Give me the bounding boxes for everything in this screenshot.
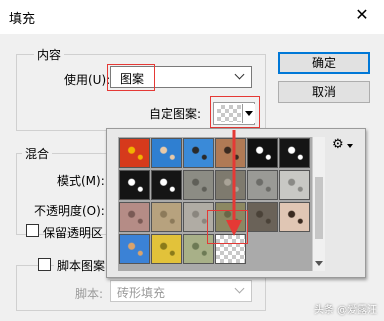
script-label: 脚本: [75,287,104,301]
script-pattern-label: 脚本图案 [54,257,109,274]
ok-button-label: 确定 [311,56,336,70]
pattern-swatch-gravel-gray[interactable] [247,170,278,200]
title-bar [0,0,384,34]
script-select[interactable]: 砖形填充 [110,280,252,302]
contents-legend: 内容 [34,46,65,63]
preserve-transparency-label: 保留透明区 [43,226,104,240]
pattern-grid [118,137,325,271]
pattern-swatch-black-dots[interactable] [247,138,278,168]
pattern-swatch-portrait-blue-2[interactable] [183,138,214,168]
pattern-scrollbar[interactable] [312,137,325,271]
close-icon: ✕ [355,5,369,24]
gear-icon: ⚙ [332,137,344,152]
pattern-swatch-rough-gray[interactable] [183,170,214,200]
close-button[interactable]: ✕ [352,5,372,25]
scroll-down-arrow-icon[interactable] [315,261,323,266]
cancel-button-label: 取消 [311,85,336,99]
pattern-swatch-yellow-flowers[interactable] [151,234,182,264]
pattern-swatch-speckle-light[interactable] [279,170,310,200]
pattern-menu-button[interactable]: ⚙ [332,137,354,153]
script-pattern-checkbox[interactable] [38,258,51,271]
use-label: 使用(U): [64,73,111,87]
pattern-swatch-black-chinese-2[interactable] [119,170,150,200]
dialog-title: 填充 [9,12,36,27]
blending-legend: 混合 [22,145,53,162]
pattern-swatch-dark-stone[interactable] [247,202,278,232]
watermark: 头条 @爱露汪 [314,305,378,316]
pattern-swatch-child-portrait[interactable] [119,234,150,264]
mode-label: 模式(M): [57,174,105,188]
custom-pattern-label: 自定图案: [149,107,202,121]
use-select-highlight [107,64,155,91]
pattern-swatch-tan-stone[interactable] [151,202,182,232]
pattern-swatch-goldfish[interactable] [119,138,150,168]
chevron-down-icon [234,69,245,80]
selected-pattern-highlight [207,210,248,244]
chevron-down-icon [234,283,245,294]
triangle-down-icon [347,144,353,148]
pattern-swatch-pink-rock[interactable] [119,202,150,232]
ok-button[interactable]: 确定 [278,52,370,74]
pattern-swatch-eye[interactable] [279,202,310,232]
preserve-transparency-checkbox[interactable] [26,224,39,237]
cancel-button[interactable]: 取消 [278,81,370,103]
scrollbar-thumb[interactable] [315,177,323,239]
opacity-label: 不透明度(O): [34,204,105,218]
pattern-swatches [118,137,312,271]
pattern-swatch-black-chinese-1[interactable] [279,138,310,168]
pattern-swatch-portrait-blue-1[interactable] [151,138,182,168]
custom-pattern-highlight [210,96,260,128]
blending-group [16,153,120,235]
script-select-value: 砖形填充 [117,286,166,300]
pattern-swatch-black-chinese-3[interactable] [151,170,182,200]
